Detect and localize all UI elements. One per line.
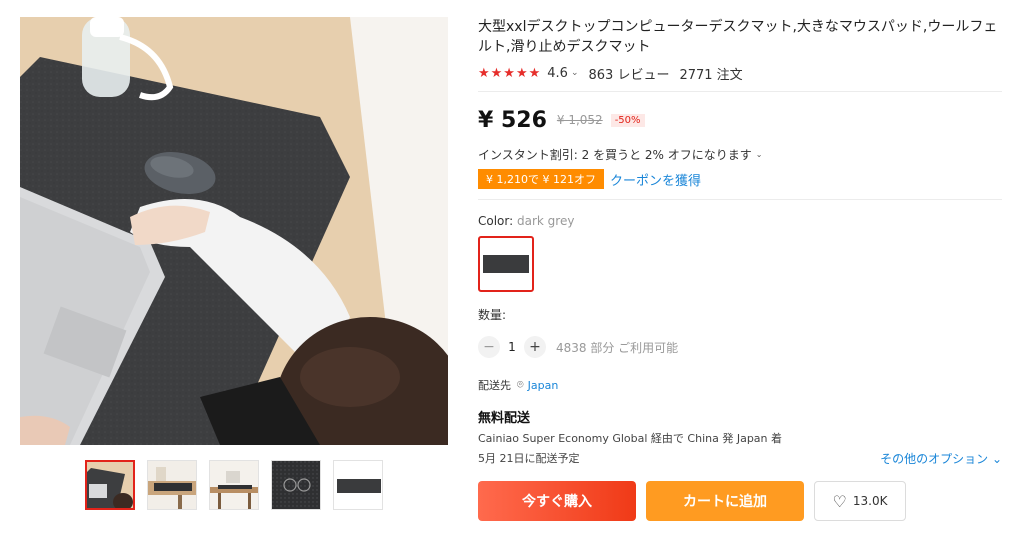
chevron-down-icon: ⌄ xyxy=(991,452,1002,466)
thumbnail-image xyxy=(148,461,196,509)
free-shipping-label: 無料配送 xyxy=(478,411,531,426)
thumbnail-image xyxy=(87,462,133,508)
increase-quantity-button[interactable]: + xyxy=(524,336,546,358)
ship-to-row: 配送先 ⌾ Japan xyxy=(478,377,1002,393)
instant-discount-text: インスタント割引: 2 を買うと 2% オフになります xyxy=(478,148,752,162)
heart-icon: ♡ xyxy=(832,491,847,511)
color-value: dark grey xyxy=(517,214,575,228)
original-price: ¥ 1,052 xyxy=(556,113,603,127)
other-options-link[interactable]: その他のオプション ⌄ xyxy=(880,450,1002,467)
ship-country-link[interactable]: Japan xyxy=(528,379,559,392)
discount-badge: -50% xyxy=(610,113,645,127)
divider xyxy=(478,199,1002,200)
price-row: ¥ 526 ¥ 1,052 -50% xyxy=(478,106,1002,134)
product-photo xyxy=(20,17,448,445)
available-quantity: 4838 部分 ご利用可能 xyxy=(556,340,679,355)
rating-score[interactable]: 4.6 xyxy=(547,66,568,81)
add-to-cart-button[interactable]: カートに追加 xyxy=(646,481,804,521)
chevron-down-icon: ⌄ xyxy=(755,150,763,159)
swatch-image xyxy=(483,255,529,273)
delivery-date: 5月 21日に配送予定 xyxy=(478,452,580,465)
coupon-badge: ¥ 1,210で ¥ 121オフ xyxy=(478,169,604,189)
color-label-text: Color: xyxy=(478,214,514,228)
divider xyxy=(478,91,1002,92)
thumbnail-4[interactable] xyxy=(271,460,321,510)
other-options-text: その他のオプション xyxy=(880,452,989,466)
color-label: Color: dark grey xyxy=(478,214,1002,228)
get-coupon-link[interactable]: クーポンを獲得 xyxy=(610,170,701,189)
buy-now-button[interactable]: 今すぐ購入 xyxy=(478,481,636,521)
quantity-value[interactable]: 1 xyxy=(500,340,524,354)
thumbnail-image xyxy=(210,461,258,509)
shipping-date-row: 5月 21日に配送予定 その他のオプション ⌄ xyxy=(478,450,1002,467)
quantity-label: 数量: xyxy=(478,308,507,322)
thumbnail-3[interactable] xyxy=(209,460,259,510)
thumbnail-image xyxy=(334,461,382,509)
star-rating-icon: ★★★★★ xyxy=(478,65,542,81)
shipping-detail: Cainiao Super Economy Global 経由で China 発… xyxy=(478,432,783,445)
order-count: 2771 注文 xyxy=(679,67,743,83)
thumbnail-image xyxy=(272,461,320,509)
wishlist-count: 13.0K xyxy=(852,494,888,508)
chevron-down-icon[interactable]: ⌄ xyxy=(571,68,579,78)
main-product-image[interactable] xyxy=(20,17,448,445)
thumbnail-strip xyxy=(85,460,383,510)
instant-discount[interactable]: インスタント割引: 2 を買うと 2% オフになります ⌄ xyxy=(478,146,1002,163)
thumbnail-2[interactable] xyxy=(147,460,197,510)
quantity-stepper: − 1 + 4838 部分 ご利用可能 xyxy=(478,335,1002,359)
ship-to-label: 配送先 xyxy=(478,379,511,392)
rating-row: ★★★★★ 4.6 ⌄ 863 レビュー 2771 注文 xyxy=(478,63,1002,83)
coupon-row: ¥ 1,210で ¥ 121オフ クーポンを獲得 xyxy=(478,169,1002,189)
thumbnail-1[interactable] xyxy=(85,460,135,510)
action-buttons: 今すぐ購入 カートに追加 ♡ 13.0K xyxy=(478,481,1002,521)
current-price: ¥ 526 xyxy=(478,107,547,133)
product-title: 大型xxlデスクトップコンピューターデスクマット,大きなマウスパッド,ウールフェ… xyxy=(478,19,998,55)
wishlist-button[interactable]: ♡ 13.0K xyxy=(814,481,906,521)
decrease-quantity-button[interactable]: − xyxy=(478,336,500,358)
color-swatch-dark-grey[interactable] xyxy=(478,236,534,292)
thumbnail-5[interactable] xyxy=(333,460,383,510)
product-info: 大型xxlデスクトップコンピューターデスクマット,大きなマウスパッド,ウールフェ… xyxy=(478,17,1002,521)
review-count[interactable]: 863 レビュー xyxy=(589,64,670,83)
location-pin-icon: ⌾ xyxy=(517,378,524,391)
